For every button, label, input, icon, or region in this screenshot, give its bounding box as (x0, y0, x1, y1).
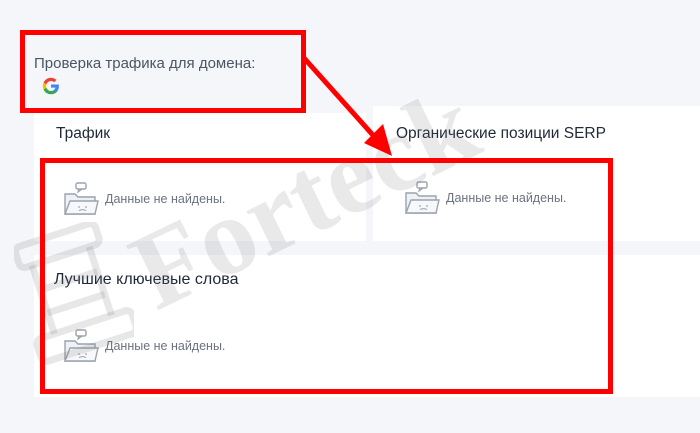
traffic-card-title: Трафик (56, 125, 111, 142)
serp-card-title: Органические позиции SERP (396, 125, 606, 142)
highlight-box-results (40, 158, 613, 394)
highlight-box-header (20, 30, 306, 113)
report-page: Проверка трафика для домена: Трафик Данн… (0, 0, 700, 433)
